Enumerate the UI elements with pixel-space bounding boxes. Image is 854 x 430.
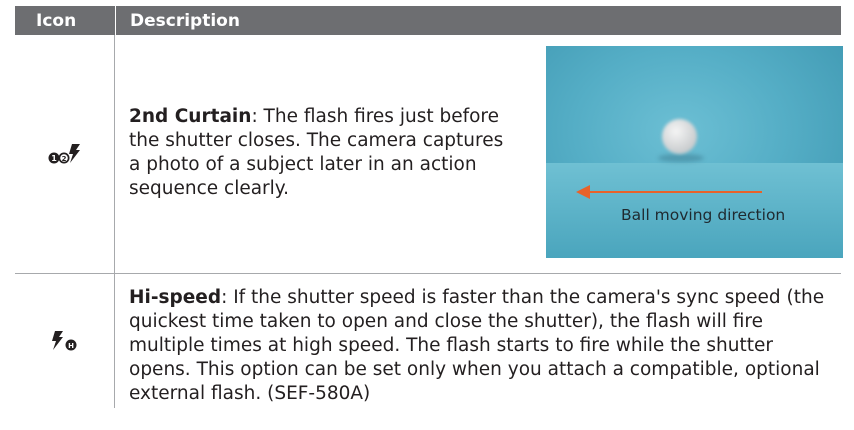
description-cell: Hi-speed: If the shutter speed is faster…	[115, 274, 841, 408]
table-row-2nd-curtain: 1 2 2nd Curtain: The flash fires just be…	[15, 35, 843, 274]
icon-column-header: Icon	[36, 10, 77, 31]
flash-options-table: Icon Description 1 2 2nd Curtain: The fl…	[15, 6, 843, 408]
icon-cell: 1 2	[15, 35, 115, 273]
table-row-hi-speed: H Hi-speed: If the shutter speed is fast…	[15, 274, 841, 408]
photo-caption: Ball moving direction	[621, 206, 786, 224]
ball	[662, 119, 697, 154]
description-column-header: Description	[115, 6, 841, 35]
hi-speed-flash-icon: H	[51, 329, 79, 353]
description-text: Hi-speed: If the shutter speed is faster…	[129, 286, 839, 406]
second-curtain-flash-icon: 1 2	[48, 142, 82, 166]
description-cell: 2nd Curtain: The flash fires just before…	[115, 35, 843, 273]
table-header: Icon Description	[15, 6, 841, 35]
description-text: 2nd Curtain: The flash fires just before…	[129, 105, 509, 201]
option-description: : If the shutter speed is faster than th…	[129, 287, 825, 404]
icon-cell: H	[15, 274, 115, 408]
svg-text:2: 2	[61, 155, 66, 163]
svg-text:1: 1	[51, 154, 57, 163]
svg-text:H: H	[68, 342, 74, 350]
option-title: Hi-speed	[129, 287, 222, 308]
direction-arrow-line	[588, 191, 762, 193]
example-photo: Ball moving direction	[546, 46, 843, 258]
option-title: 2nd Curtain	[129, 106, 252, 127]
ball-shadow	[658, 154, 704, 162]
arrow-left-icon	[576, 185, 590, 199]
